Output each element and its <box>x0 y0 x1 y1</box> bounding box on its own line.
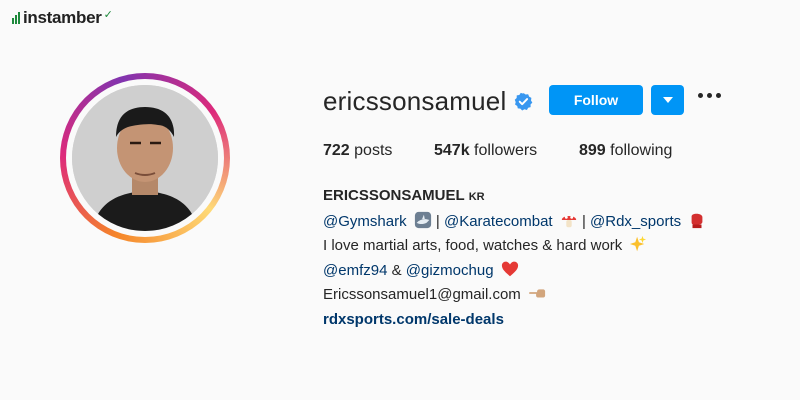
contact-email: Ericssonsamuel1@gmail.com <box>323 286 521 303</box>
followers-label: followers <box>474 142 538 159</box>
chevron-down-icon <box>662 97 673 103</box>
website-link[interactable]: rdxsports.com/sale-deals <box>323 311 504 328</box>
bio-website-line: rdxsports.com/sale-deals <box>323 308 706 333</box>
mention-karatecombat[interactable]: @Karatecombat <box>444 213 553 230</box>
pointing-left-emoji <box>529 289 546 298</box>
bio-line-sponsors: @Gymshark | @Karatecombat | @Rdx_sports <box>323 210 706 235</box>
mention-gymshark[interactable]: @Gymshark <box>323 213 407 230</box>
mushroom-emoji <box>561 215 576 227</box>
avatar-story-ring[interactable] <box>60 73 230 243</box>
brand-bars-icon <box>12 12 20 24</box>
bio-line-email: Ericssonsamuel1@gmail.com <box>323 283 706 308</box>
sparkles-emoji <box>630 235 647 252</box>
boxing-glove-emoji <box>691 213 703 228</box>
followers-count: 547k <box>434 142 470 159</box>
bio-line-mentions: @emfz94 & @gizmochug <box>323 259 706 284</box>
full-name: ERICSSONSAMUEL <box>323 187 465 204</box>
mention-emfz94[interactable]: @emfz94 <box>323 262 387 279</box>
posts-stat[interactable]: 722 posts <box>323 142 392 160</box>
username: ericssonsamuel <box>323 86 507 116</box>
profile-header: ericssonsamuel <box>323 86 533 117</box>
brand-name: instamber <box>23 8 102 27</box>
brand-logo[interactable]: instamber ✓ <box>12 8 113 28</box>
following-count: 899 <box>579 142 606 159</box>
following-label: following <box>610 142 673 159</box>
country-tag: KR <box>468 191 485 203</box>
posts-label: posts <box>354 142 393 159</box>
mention-gizmochug[interactable]: @gizmochug <box>406 262 494 279</box>
avatar[interactable] <box>72 85 218 231</box>
profile-photo <box>72 85 218 231</box>
mention-rdx-sports[interactable]: @Rdx_sports <box>590 213 681 230</box>
more-options-icon[interactable] <box>698 93 721 98</box>
verified-badge-icon <box>515 92 533 111</box>
follow-button[interactable]: Follow <box>549 85 643 115</box>
bio-line-interests: I love martial arts, food, watches & har… <box>323 234 706 259</box>
suggestions-dropdown-button[interactable] <box>651 85 684 115</box>
profile-bio: ERICSSONSAMUEL KR @Gymshark | @Karatecomb… <box>323 184 706 332</box>
following-stat[interactable]: 899 following <box>579 142 672 160</box>
brand-check-icon: ✓ <box>103 8 113 21</box>
posts-count: 722 <box>323 142 350 159</box>
followers-stat[interactable]: 547k followers <box>434 142 537 160</box>
shark-emoji <box>414 211 431 228</box>
full-name-line: ERICSSONSAMUEL KR <box>323 184 706 210</box>
red-heart-emoji <box>501 261 518 276</box>
